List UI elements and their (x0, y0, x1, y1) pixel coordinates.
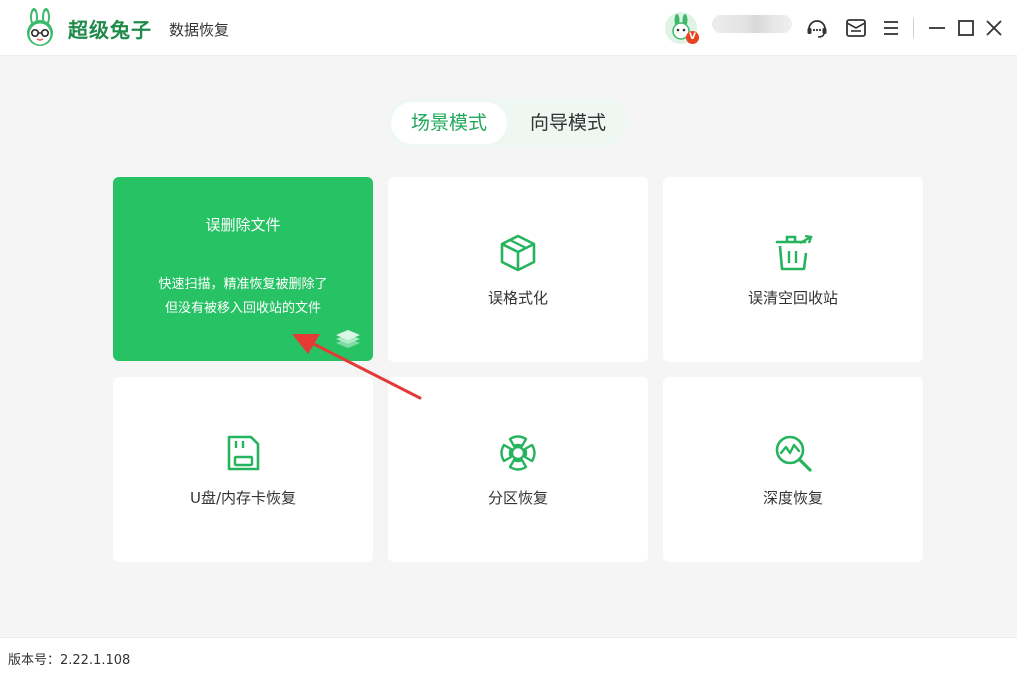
status-bar: 版本号：2.22.1.108 (0, 637, 1017, 675)
brand-name: 超级兔子 (68, 18, 152, 42)
card-title: U盘/内存卡恢复 (189, 489, 297, 507)
minimize-icon[interactable] (925, 16, 949, 40)
rabbit-logo-icon (27, 8, 53, 46)
partition-icon (500, 435, 536, 471)
support-icon[interactable] (805, 16, 829, 40)
vip-badge: V (686, 31, 699, 44)
annotation-arrow (292, 334, 422, 400)
card-deep-recovery[interactable]: 深度恢复 (663, 377, 923, 562)
card-title: 误删除文件 (205, 216, 281, 234)
maximize-icon[interactable] (954, 16, 978, 40)
card-desc-line: 但没有被移入回收站的文件 (164, 301, 321, 316)
deep-scan-icon (775, 435, 812, 472)
titlebar-divider (913, 18, 914, 38)
cube-icon (500, 234, 536, 272)
mode-switch: 场景模式 向导模式 (388, 99, 628, 147)
tab-scene-mode[interactable]: 场景模式 (391, 102, 507, 144)
tab-wizard-mode[interactable]: 向导模式 (512, 102, 624, 144)
recycle-bin-icon (775, 234, 813, 271)
card-title: 分区恢复 (487, 489, 548, 507)
username-placeholder[interactable] (712, 15, 792, 33)
card-title: 误格式化 (487, 289, 548, 307)
version-label: 版本号：2.22.1.108 (8, 653, 131, 668)
card-usb-sd[interactable]: U盘/内存卡恢复 (113, 377, 373, 562)
sd-card-icon (227, 435, 260, 471)
card-format[interactable]: 误格式化 (388, 177, 648, 362)
card-desc-line: 快速扫描，精准恢复被删除了 (158, 277, 328, 292)
app-subtitle: 数据恢复 (169, 21, 230, 39)
card-title: 误清空回收站 (747, 289, 838, 307)
menu-icon[interactable] (879, 16, 903, 40)
card-recycle-bin[interactable]: 误清空回收站 (663, 177, 923, 362)
close-icon[interactable] (982, 16, 1006, 40)
card-partition[interactable]: 分区恢复 (388, 377, 648, 562)
card-title: 深度恢复 (762, 489, 823, 507)
message-icon[interactable] (844, 16, 868, 40)
card-description: 快速扫描，精准恢复被删除了 但没有被移入回收站的文件 (113, 273, 373, 321)
title-bar: 超级兔子 数据恢复 V (0, 0, 1017, 56)
